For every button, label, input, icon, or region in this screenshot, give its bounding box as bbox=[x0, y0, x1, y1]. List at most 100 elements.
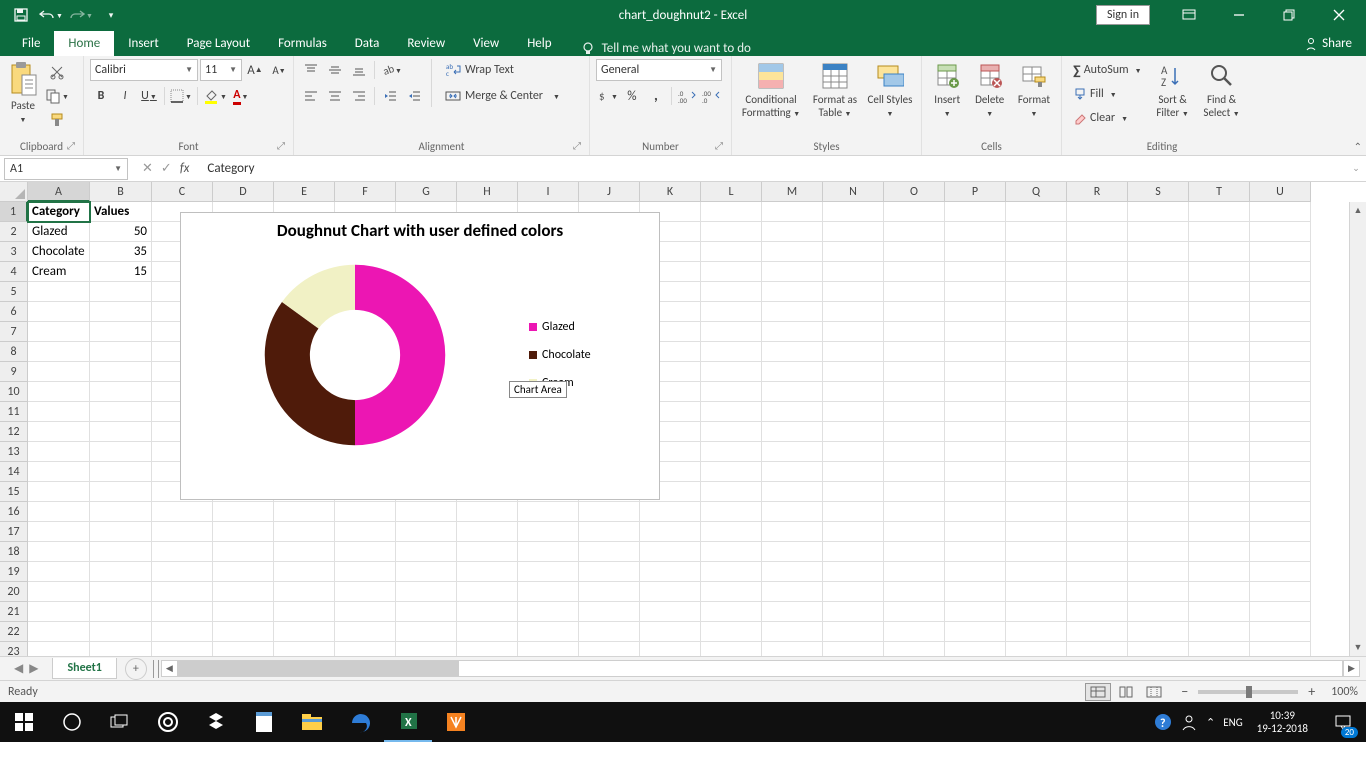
cell[interactable] bbox=[457, 562, 518, 582]
cell[interactable] bbox=[762, 462, 823, 482]
decrease-font-icon[interactable]: A▼ bbox=[268, 59, 290, 81]
save-icon[interactable] bbox=[8, 3, 34, 27]
cell[interactable] bbox=[884, 642, 945, 656]
alignment-launcher-icon[interactable]: ⤢ bbox=[573, 139, 581, 152]
cell[interactable] bbox=[701, 602, 762, 622]
cell[interactable] bbox=[884, 502, 945, 522]
cell[interactable] bbox=[518, 562, 579, 582]
align-middle-icon[interactable] bbox=[324, 59, 346, 81]
cell[interactable] bbox=[28, 562, 90, 582]
page-break-view-icon[interactable] bbox=[1141, 683, 1167, 701]
cell[interactable] bbox=[1067, 582, 1128, 602]
cell[interactable] bbox=[90, 482, 152, 502]
cell[interactable] bbox=[1189, 362, 1250, 382]
cell[interactable] bbox=[1189, 282, 1250, 302]
accounting-format-icon[interactable]: $▼ bbox=[596, 85, 619, 107]
cell-styles-button[interactable]: Cell Styles ▼ bbox=[866, 59, 914, 119]
cell[interactable] bbox=[579, 602, 640, 622]
cell[interactable] bbox=[884, 522, 945, 542]
cell[interactable] bbox=[1067, 462, 1128, 482]
name-box[interactable]: A1▼ bbox=[4, 158, 128, 180]
cell[interactable] bbox=[701, 402, 762, 422]
cell[interactable] bbox=[823, 242, 884, 262]
cell[interactable] bbox=[28, 462, 90, 482]
cell[interactable] bbox=[1250, 462, 1311, 482]
column-header[interactable]: D bbox=[213, 182, 274, 202]
cell[interactable] bbox=[640, 602, 701, 622]
cell[interactable] bbox=[823, 602, 884, 622]
cell[interactable] bbox=[90, 422, 152, 442]
tab-formulas[interactable]: Formulas bbox=[264, 31, 341, 56]
cell[interactable] bbox=[1250, 402, 1311, 422]
sort-filter-button[interactable]: AZ Sort & Filter ▼ bbox=[1151, 59, 1195, 119]
cell[interactable]: Category bbox=[28, 202, 90, 222]
tab-view[interactable]: View bbox=[459, 31, 513, 56]
cell[interactable] bbox=[396, 522, 457, 542]
cell[interactable] bbox=[457, 602, 518, 622]
column-header[interactable]: U bbox=[1250, 182, 1311, 202]
sheet-nav-next-icon[interactable]: ▶ bbox=[29, 661, 38, 676]
cell[interactable] bbox=[884, 202, 945, 222]
cell[interactable] bbox=[945, 482, 1006, 502]
increase-indent-icon[interactable] bbox=[403, 85, 425, 107]
row-header[interactable]: 5 bbox=[0, 282, 28, 302]
task-view-icon[interactable] bbox=[96, 702, 144, 742]
cell[interactable] bbox=[213, 642, 274, 656]
cell[interactable] bbox=[274, 502, 335, 522]
row-header[interactable]: 10 bbox=[0, 382, 28, 402]
cell[interactable] bbox=[1250, 422, 1311, 442]
cell[interactable] bbox=[1250, 502, 1311, 522]
column-header[interactable]: N bbox=[823, 182, 884, 202]
cell[interactable] bbox=[1067, 242, 1128, 262]
tray-people-icon[interactable] bbox=[1180, 713, 1198, 731]
cell[interactable] bbox=[90, 642, 152, 656]
tab-page-layout[interactable]: Page Layout bbox=[173, 31, 264, 56]
cell[interactable] bbox=[762, 262, 823, 282]
cell[interactable] bbox=[884, 362, 945, 382]
cell[interactable] bbox=[1006, 602, 1067, 622]
cell[interactable] bbox=[579, 562, 640, 582]
clear-button[interactable]: Clear▼ bbox=[1068, 107, 1147, 129]
cell[interactable] bbox=[945, 522, 1006, 542]
cell[interactable] bbox=[1189, 322, 1250, 342]
cell[interactable] bbox=[1067, 522, 1128, 542]
percent-format-icon[interactable]: % bbox=[621, 85, 643, 107]
cell[interactable] bbox=[701, 242, 762, 262]
select-all-cell[interactable] bbox=[0, 182, 28, 202]
cell[interactable] bbox=[762, 322, 823, 342]
cell[interactable] bbox=[518, 582, 579, 602]
new-sheet-button[interactable]: + bbox=[125, 658, 147, 680]
cell[interactable] bbox=[1250, 582, 1311, 602]
cell[interactable] bbox=[945, 562, 1006, 582]
cell[interactable] bbox=[823, 522, 884, 542]
cell[interactable] bbox=[640, 642, 701, 656]
tab-insert[interactable]: Insert bbox=[114, 31, 173, 56]
row-header[interactable]: 13 bbox=[0, 442, 28, 462]
cell[interactable] bbox=[884, 382, 945, 402]
cell[interactable] bbox=[762, 442, 823, 462]
cell[interactable] bbox=[518, 502, 579, 522]
cell[interactable] bbox=[762, 522, 823, 542]
column-header[interactable]: K bbox=[640, 182, 701, 202]
cell[interactable] bbox=[1250, 542, 1311, 562]
cell[interactable] bbox=[884, 542, 945, 562]
cell[interactable] bbox=[335, 502, 396, 522]
zoom-level[interactable]: 100% bbox=[1331, 685, 1358, 699]
cell[interactable] bbox=[518, 542, 579, 562]
zoom-out-icon[interactable]: − bbox=[1177, 683, 1192, 700]
cell[interactable] bbox=[457, 582, 518, 602]
cell[interactable] bbox=[945, 422, 1006, 442]
cell[interactable] bbox=[152, 602, 213, 622]
tab-file[interactable]: File bbox=[8, 31, 54, 56]
cell[interactable] bbox=[1250, 322, 1311, 342]
cell[interactable] bbox=[1128, 642, 1189, 656]
scroll-right-icon[interactable]: ▶ bbox=[1343, 660, 1360, 677]
cell[interactable] bbox=[274, 522, 335, 542]
cell[interactable] bbox=[396, 602, 457, 622]
cell[interactable] bbox=[213, 622, 274, 642]
cell[interactable] bbox=[1250, 342, 1311, 362]
cell[interactable] bbox=[28, 522, 90, 542]
cell[interactable] bbox=[1006, 462, 1067, 482]
tray-help-icon[interactable]: ? bbox=[1154, 713, 1172, 731]
cell[interactable] bbox=[518, 522, 579, 542]
